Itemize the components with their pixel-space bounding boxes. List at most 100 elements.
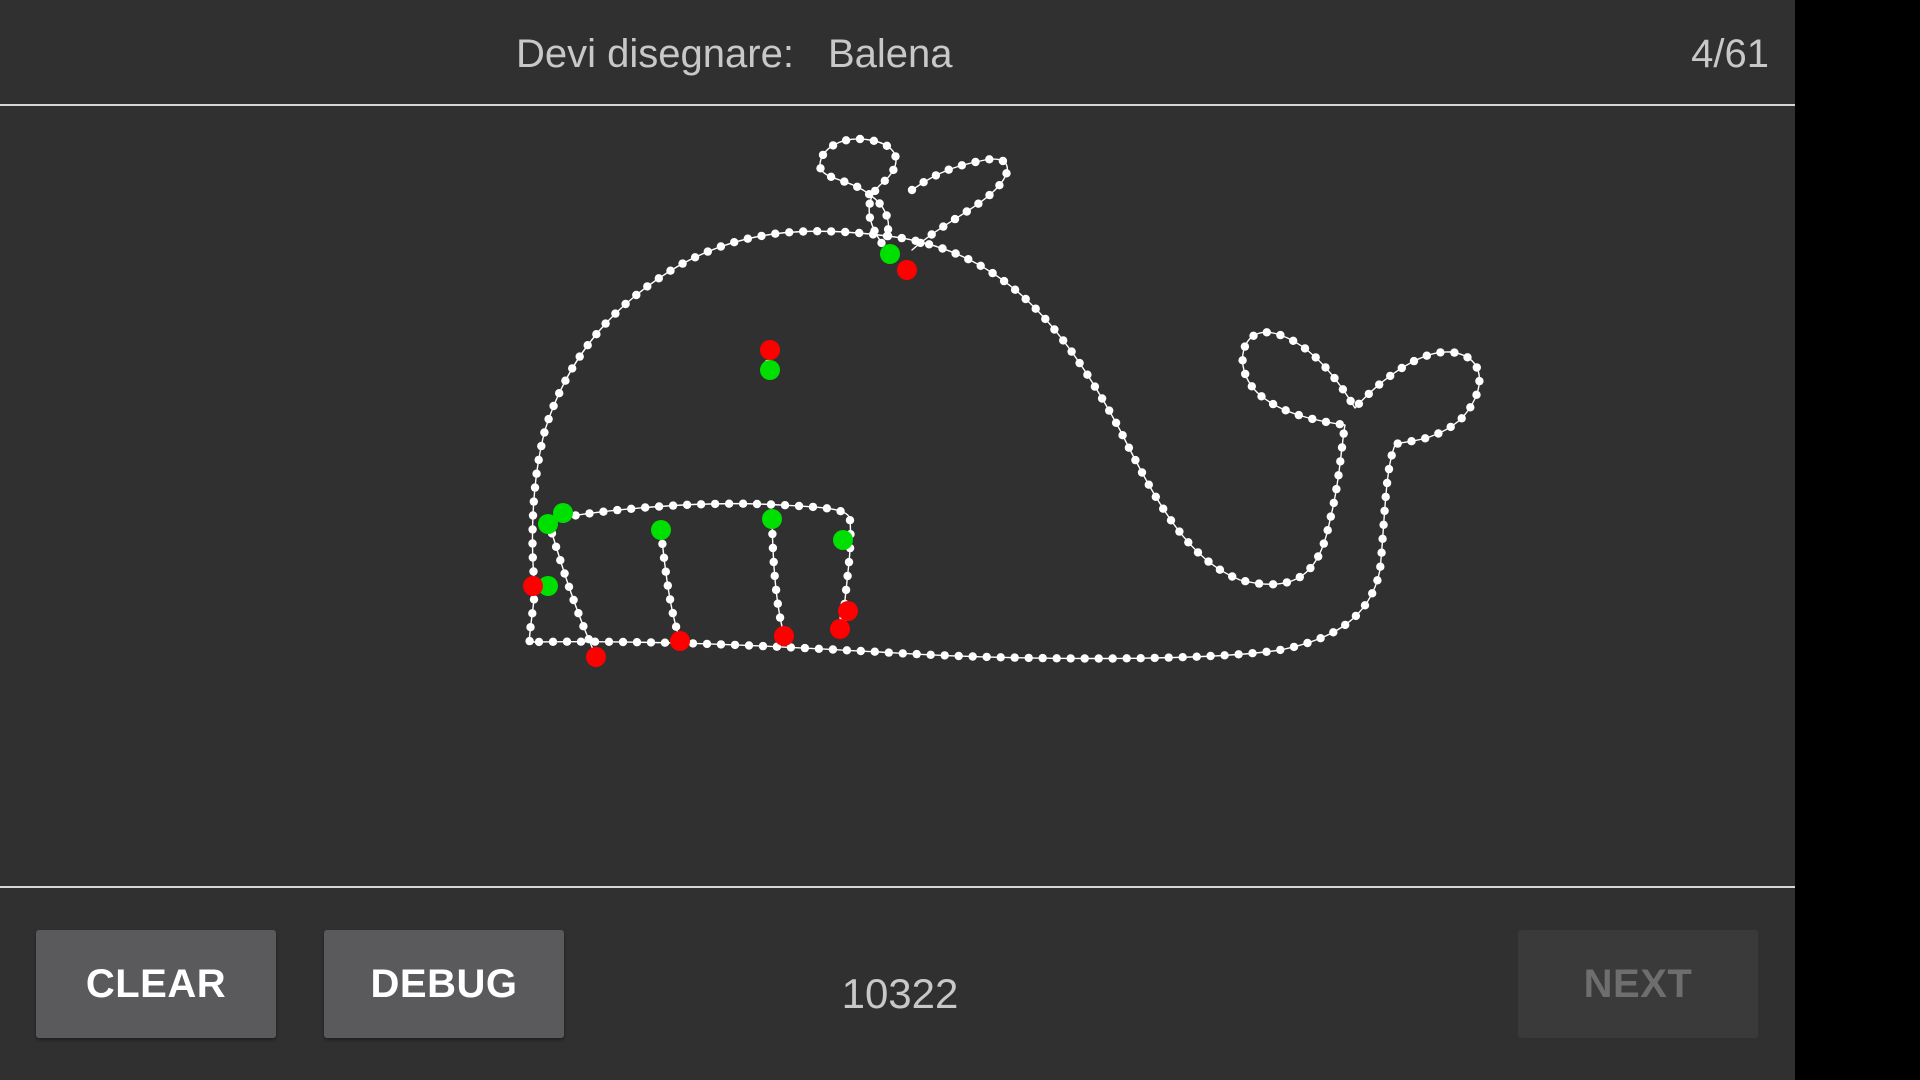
ink-point — [1150, 653, 1159, 663]
ink-point — [939, 222, 948, 231]
target-word: Balena — [827, 32, 953, 76]
ink-point — [1354, 399, 1364, 408]
ink-point — [1450, 348, 1459, 357]
ink-point — [1393, 439, 1402, 448]
ink-point — [842, 646, 852, 655]
ink-point — [985, 190, 994, 200]
ink-point — [884, 648, 893, 657]
ink-point — [1083, 370, 1092, 379]
ink-point — [534, 455, 543, 465]
ink-point — [940, 651, 949, 660]
whale-mouth-stroke — [547, 502, 852, 631]
ink-point — [716, 640, 726, 649]
header-bar: Devi disegnare: Balena 4/61 — [0, 0, 1795, 105]
ink-point — [1295, 572, 1305, 582]
ink-point — [528, 539, 537, 548]
ink-point — [880, 176, 889, 185]
stroke-start-markers — [538, 244, 900, 596]
start-point-marker — [880, 244, 900, 264]
ink-point — [889, 165, 898, 175]
ink-point — [1111, 418, 1121, 427]
ink-point — [1166, 516, 1176, 525]
ink-point — [601, 319, 610, 328]
ink-point — [1220, 651, 1229, 660]
ink-point — [575, 352, 584, 361]
ink-point — [1316, 634, 1325, 643]
ink-point — [768, 543, 778, 553]
ink-point — [1050, 325, 1059, 334]
ink-point — [826, 172, 836, 181]
ink-point — [1282, 578, 1292, 587]
ink-point — [968, 652, 977, 661]
ink-point — [758, 641, 768, 651]
ink-point — [1329, 628, 1338, 637]
ink-point — [1436, 348, 1445, 357]
ink-point — [845, 516, 855, 525]
ink-point — [592, 330, 601, 339]
ink-point — [529, 497, 538, 506]
ink-point — [794, 501, 804, 511]
ink-point — [632, 638, 642, 647]
ink-point — [660, 638, 670, 647]
ink-point — [561, 376, 570, 385]
ink-point — [1466, 403, 1475, 412]
ink-point — [1375, 380, 1384, 389]
ink-point — [659, 553, 669, 562]
ink-point — [544, 414, 553, 424]
drawing-surface — [523, 134, 1484, 667]
ink-point — [730, 238, 739, 247]
ink-point — [1122, 654, 1131, 663]
end-point-marker — [830, 619, 850, 639]
next-button[interactable]: NEXT — [1518, 930, 1758, 1038]
ink-point — [611, 309, 620, 318]
ink-point — [898, 649, 907, 658]
ink-point — [1184, 538, 1193, 547]
drawing-canvas[interactable] — [0, 106, 1795, 886]
ink-point — [1381, 492, 1390, 502]
ink-point — [1136, 654, 1145, 663]
ink-point — [529, 567, 538, 576]
ink-point — [996, 653, 1005, 662]
ink-point — [865, 213, 875, 222]
ink-point — [1384, 464, 1394, 474]
ink-point — [971, 157, 980, 167]
start-point-marker — [553, 503, 573, 523]
ink-point — [1276, 645, 1285, 655]
ink-point — [1378, 534, 1387, 543]
ink-point — [818, 150, 828, 160]
ink-point — [743, 234, 752, 243]
ink-point — [1144, 480, 1154, 489]
ink-point — [814, 644, 824, 653]
ink-point — [528, 553, 537, 562]
ink-point — [1326, 512, 1336, 521]
ink-point — [1075, 358, 1084, 368]
ink-point — [551, 542, 561, 551]
clear-button[interactable]: CLEAR — [36, 930, 276, 1038]
ink-point — [658, 539, 667, 549]
start-point-marker — [762, 509, 782, 529]
end-point-marker — [586, 647, 606, 667]
ink-point — [1206, 651, 1215, 661]
ink-point — [944, 165, 953, 174]
ink-point — [530, 483, 540, 492]
ink-point — [1067, 347, 1076, 356]
ink-point — [1241, 577, 1250, 586]
ink-point — [1339, 429, 1348, 438]
ink-point — [855, 228, 864, 238]
ink-point — [654, 502, 664, 511]
ink-point — [882, 231, 892, 241]
ink-point — [780, 501, 790, 510]
ink-point — [1380, 506, 1389, 516]
whale-back-stroke — [529, 235, 1481, 660]
ink-point — [800, 643, 810, 653]
ink-point — [1281, 406, 1290, 415]
ink-point — [668, 501, 678, 510]
debug-button[interactable]: DEBUG — [324, 930, 564, 1038]
end-point-marker — [523, 576, 543, 596]
ink-point — [1386, 371, 1395, 381]
ink-lines — [528, 138, 1481, 660]
ink-point — [1303, 638, 1312, 648]
ink-point — [1241, 369, 1250, 379]
end-point-marker — [670, 631, 690, 651]
ink-point — [526, 623, 535, 632]
